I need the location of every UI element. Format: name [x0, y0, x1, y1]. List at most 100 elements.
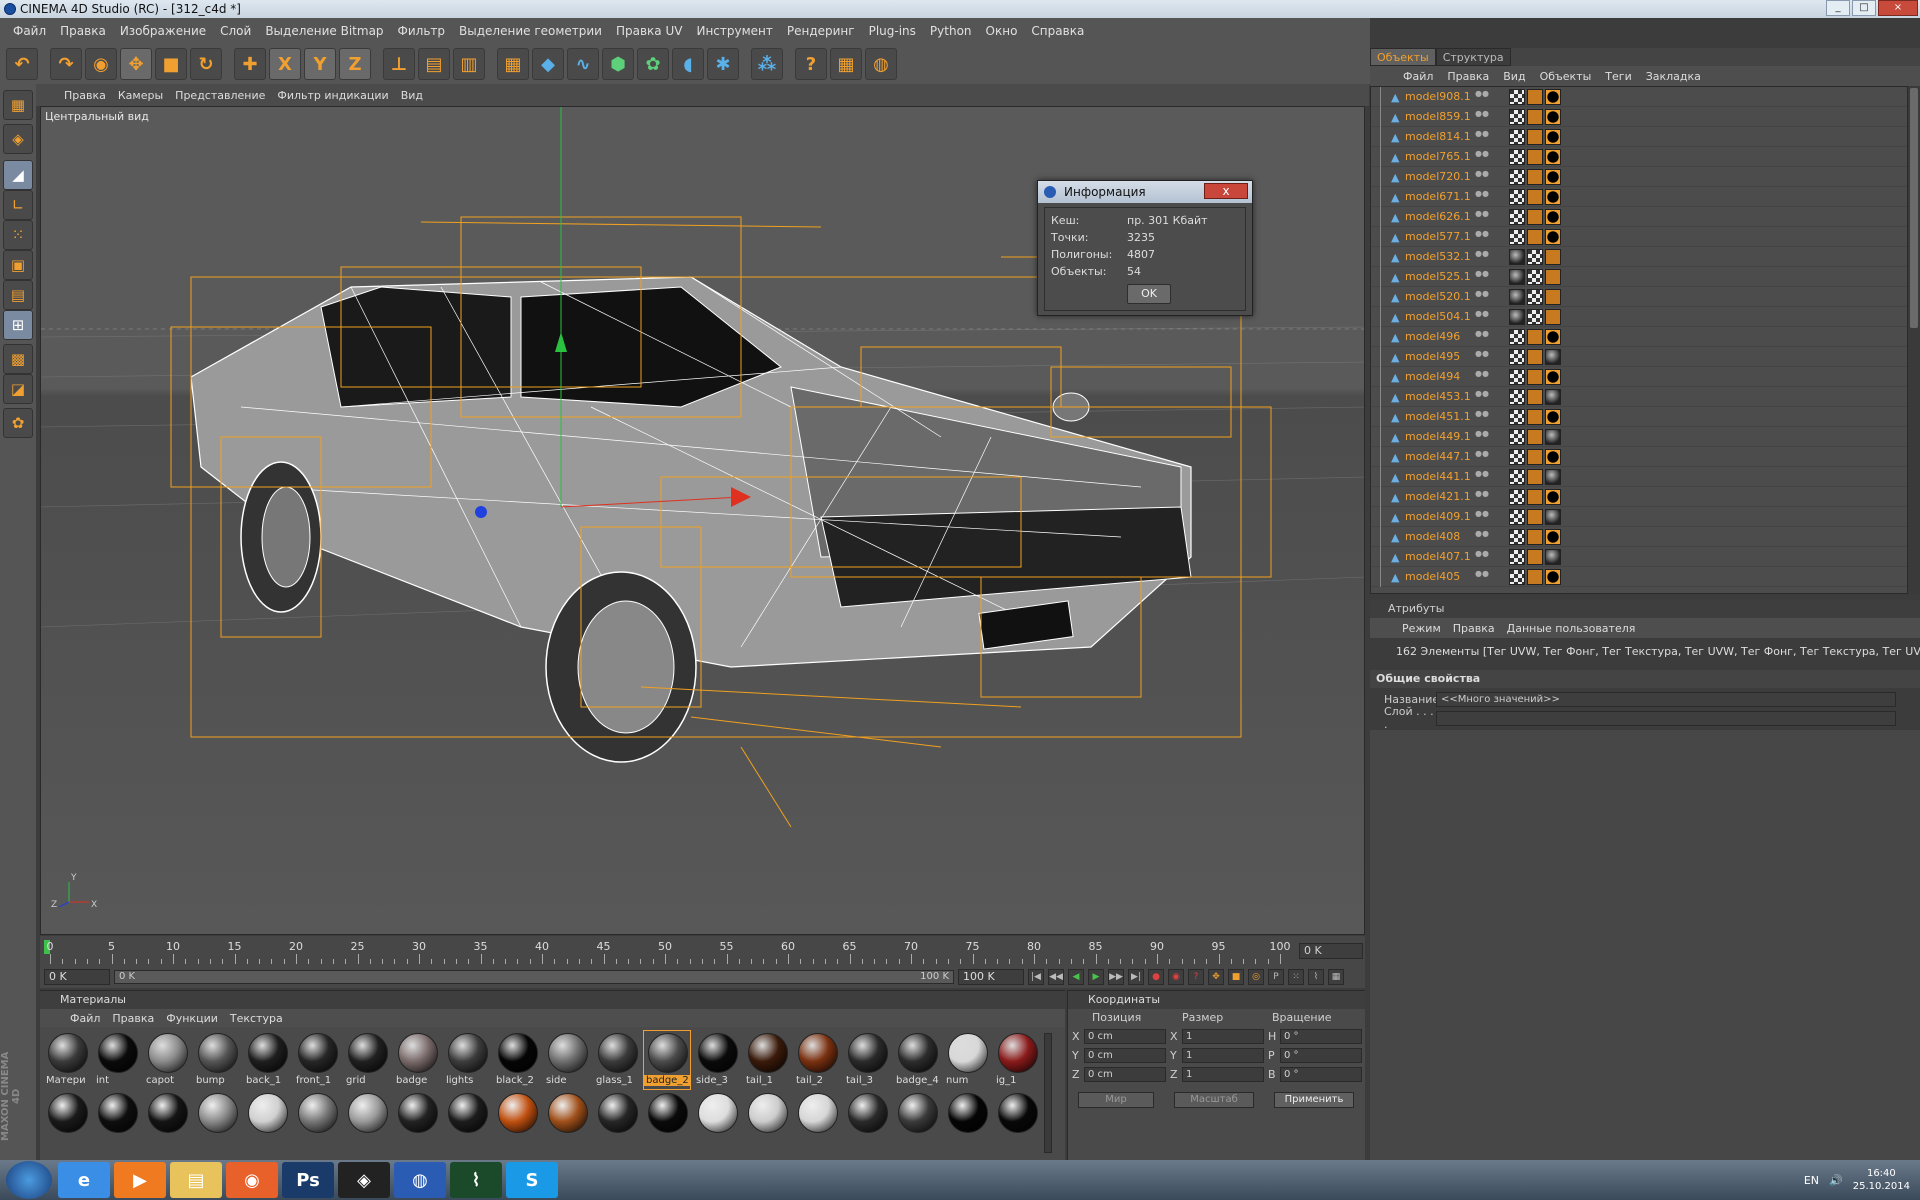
- tag-icon[interactable]: [1527, 429, 1543, 445]
- timeline-ruler[interactable]: 0 5 10 15 20 25 30 35 40 45 50 55 60 65 70 75 80 85 90 95 10…: [47, 936, 1291, 966]
- object-name[interactable]: model720.1: [1405, 170, 1471, 183]
- tag-icon[interactable]: [1509, 569, 1525, 585]
- material-swatch[interactable]: [94, 1091, 140, 1149]
- visibility-dots[interactable]: ●●: [1475, 110, 1489, 123]
- ok-button[interactable]: OK: [1127, 284, 1171, 304]
- polygons-mode-icon[interactable]: ▤: [3, 280, 33, 310]
- visibility-dots[interactable]: ●●: [1475, 450, 1489, 463]
- visibility-dots[interactable]: ●●: [1475, 470, 1489, 483]
- y-axis-icon[interactable]: Y: [304, 48, 336, 80]
- attributes-menu-item-1[interactable]: Правка: [1447, 622, 1501, 635]
- menu-item-3[interactable]: Слой: [213, 24, 258, 38]
- tag-icon[interactable]: [1527, 309, 1543, 325]
- visibility-dots[interactable]: ●●: [1475, 130, 1489, 143]
- visibility-dots[interactable]: ●●: [1475, 430, 1489, 443]
- visibility-dots[interactable]: ●●: [1475, 370, 1489, 383]
- edit-mode-icon[interactable]: ◈: [3, 124, 33, 154]
- object-row[interactable]: ▲ model908.1 ●●: [1371, 87, 1907, 107]
- coordinate-mode-dropdown[interactable]: Мир: [1078, 1092, 1154, 1108]
- menu-item-13[interactable]: Справка: [1024, 24, 1091, 38]
- tag-icon[interactable]: [1509, 369, 1525, 385]
- object-name[interactable]: model859.1: [1405, 110, 1471, 123]
- size-field[interactable]: 1: [1182, 1029, 1264, 1044]
- tag-icon[interactable]: [1509, 149, 1525, 165]
- z-axis-icon[interactable]: Z: [339, 48, 371, 80]
- material-swatch[interactable]: back_1: [244, 1031, 290, 1089]
- object-name[interactable]: model421.1: [1405, 490, 1471, 503]
- tag-icon[interactable]: [1527, 549, 1543, 565]
- tag-icon[interactable]: [1527, 409, 1543, 425]
- material-swatch[interactable]: [194, 1091, 240, 1149]
- render-picture-viewer-icon[interactable]: ▥: [453, 48, 485, 80]
- apply-button[interactable]: Применить: [1274, 1092, 1354, 1108]
- object-name[interactable]: model626.1: [1405, 210, 1471, 223]
- tag-icon[interactable]: [1545, 309, 1561, 325]
- tag-icon[interactable]: [1545, 209, 1561, 225]
- object-row[interactable]: ▲ model449.1 ●●: [1371, 427, 1907, 447]
- tag-icon[interactable]: [1509, 289, 1525, 305]
- visibility-dots[interactable]: ●●: [1475, 170, 1489, 183]
- tag-icon[interactable]: [1509, 469, 1525, 485]
- materials-menu-item-3[interactable]: Текстура: [224, 1012, 289, 1025]
- key-rotation-button[interactable]: ◎: [1248, 969, 1264, 985]
- object-row[interactable]: ▲ model453.1 ●●: [1371, 387, 1907, 407]
- layer-field[interactable]: [1436, 710, 1896, 726]
- menu-item-1[interactable]: Правка: [53, 24, 113, 38]
- nurbs-icon[interactable]: ⬢: [602, 48, 634, 80]
- tag-icon[interactable]: [1545, 229, 1561, 245]
- material-swatch[interactable]: Матери: [44, 1031, 90, 1089]
- object-row[interactable]: ▲ model671.1 ●●: [1371, 187, 1907, 207]
- object-row[interactable]: ▲ model525.1 ●●: [1371, 267, 1907, 287]
- object-menu-item-2[interactable]: Вид: [1496, 70, 1532, 83]
- play-backward-button[interactable]: ◀: [1068, 969, 1084, 985]
- material-swatch[interactable]: [744, 1091, 790, 1149]
- help-icon[interactable]: ?: [795, 48, 827, 80]
- rotation-field[interactable]: 0 °: [1280, 1029, 1362, 1044]
- object-name[interactable]: model577.1: [1405, 230, 1471, 243]
- start-button[interactable]: [6, 1161, 52, 1199]
- language-indicator[interactable]: EN: [1804, 1174, 1819, 1187]
- dialog-close-button[interactable]: x: [1204, 183, 1248, 199]
- skype-icon[interactable]: S: [506, 1162, 558, 1198]
- visibility-dots[interactable]: ●●: [1475, 570, 1489, 583]
- materials-menu-item-2[interactable]: Функции: [160, 1012, 224, 1025]
- position-field[interactable]: 0 cm: [1084, 1067, 1166, 1082]
- common-properties-section[interactable]: Общие свойства: [1370, 670, 1920, 688]
- object-menu-item-1[interactable]: Правка: [1440, 70, 1496, 83]
- tag-icon[interactable]: [1545, 149, 1561, 165]
- undo-icon[interactable]: ↶: [6, 48, 38, 80]
- material-swatch[interactable]: [444, 1091, 490, 1149]
- tag-icon[interactable]: [1509, 129, 1525, 145]
- material-swatch[interactable]: [994, 1091, 1040, 1149]
- position-field[interactable]: 0 cm: [1084, 1029, 1166, 1044]
- tag-icon[interactable]: [1527, 169, 1543, 185]
- object-name[interactable]: model532.1: [1405, 250, 1471, 263]
- move-icon[interactable]: ✥: [120, 48, 152, 80]
- object-name[interactable]: model525.1: [1405, 270, 1471, 283]
- tag-icon[interactable]: [1509, 529, 1525, 545]
- visibility-dots[interactable]: ●●: [1475, 350, 1489, 363]
- tag-icon[interactable]: [1509, 249, 1525, 265]
- material-swatch[interactable]: num: [944, 1031, 990, 1089]
- tag-icon[interactable]: [1527, 89, 1543, 105]
- material-swatch[interactable]: badge_4: [894, 1031, 940, 1089]
- material-swatch[interactable]: [594, 1091, 640, 1149]
- visibility-dots[interactable]: ●●: [1475, 230, 1489, 243]
- tag-icon[interactable]: [1509, 89, 1525, 105]
- object-row[interactable]: ▲ model496 ●●: [1371, 327, 1907, 347]
- key-pla-button[interactable]: ⁙: [1288, 969, 1304, 985]
- tag-icon[interactable]: [1527, 209, 1543, 225]
- tag-icon[interactable]: [1545, 169, 1561, 185]
- material-swatch[interactable]: grid: [344, 1031, 390, 1089]
- visibility-dots[interactable]: ●●: [1475, 330, 1489, 343]
- size-field[interactable]: 1: [1182, 1067, 1264, 1082]
- tag-icon[interactable]: [1527, 109, 1543, 125]
- tag-icon[interactable]: [1509, 429, 1525, 445]
- material-swatch[interactable]: lights: [444, 1031, 490, 1089]
- record-button[interactable]: ●: [1148, 969, 1164, 985]
- material-swatch[interactable]: int: [94, 1031, 140, 1089]
- tag-icon[interactable]: [1545, 349, 1561, 365]
- object-row[interactable]: ▲ model765.1 ●●: [1371, 147, 1907, 167]
- material-swatch[interactable]: [694, 1091, 740, 1149]
- object-row[interactable]: ▲ model405 ●●: [1371, 567, 1907, 587]
